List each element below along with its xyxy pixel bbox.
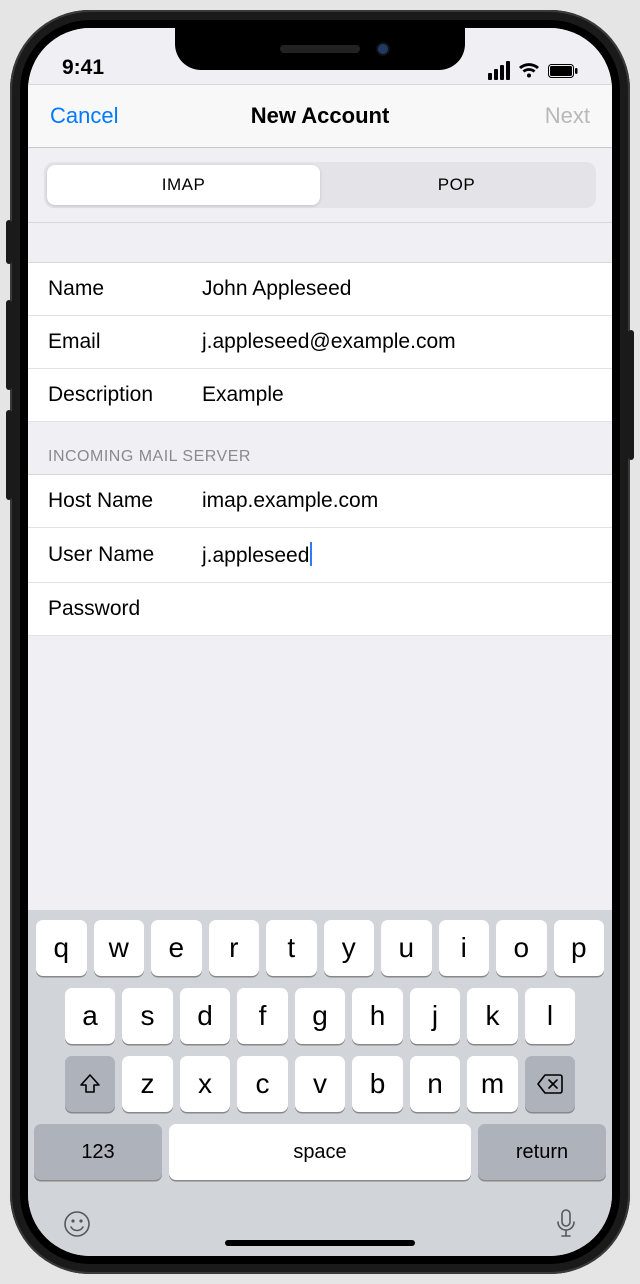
description-label: Description (48, 383, 202, 407)
keyboard-row-4: 123 space return (34, 1124, 606, 1180)
email-field[interactable]: j.appleseed@example.com (202, 330, 592, 354)
cellular-icon (488, 61, 510, 80)
keyboard-row-1: qwertyuiop (34, 920, 606, 976)
key-o[interactable]: o (496, 920, 547, 976)
key-j[interactable]: j (410, 988, 461, 1044)
keyboard-row-2: asdfghjkl (34, 988, 606, 1044)
key-e[interactable]: e (151, 920, 202, 976)
dictation-key[interactable] (554, 1208, 578, 1248)
name-field[interactable]: John Appleseed (202, 277, 592, 301)
key-y[interactable]: y (324, 920, 375, 976)
key-p[interactable]: p (554, 920, 605, 976)
key-l[interactable]: l (525, 988, 576, 1044)
key-g[interactable]: g (295, 988, 346, 1044)
shift-key[interactable] (65, 1056, 116, 1112)
keyboard: qwertyuiop asdfghjkl zxcvbnm 123 space r… (28, 910, 612, 1256)
page-title: New Account (251, 103, 390, 129)
username-label: User Name (48, 543, 202, 567)
key-b[interactable]: b (352, 1056, 403, 1112)
row-name[interactable]: Name John Appleseed (28, 263, 612, 316)
key-n[interactable]: n (410, 1056, 461, 1112)
protocol-segmented-wrap: IMAP POP (28, 148, 612, 223)
key-c[interactable]: c (237, 1056, 288, 1112)
hostname-label: Host Name (48, 489, 202, 513)
status-indicators (488, 61, 578, 80)
keyboard-row-3: zxcvbnm (34, 1056, 606, 1112)
space-key[interactable]: space (169, 1124, 471, 1180)
email-label: Email (48, 330, 202, 354)
wifi-icon (518, 62, 540, 80)
key-r[interactable]: r (209, 920, 260, 976)
key-i[interactable]: i (439, 920, 490, 976)
emoji-icon (62, 1209, 92, 1239)
backspace-icon (536, 1073, 564, 1095)
cancel-button[interactable]: Cancel (50, 103, 118, 129)
key-z[interactable]: z (122, 1056, 173, 1112)
row-description[interactable]: Description Example (28, 369, 612, 422)
segment-pop[interactable]: POP (320, 165, 593, 205)
navigation-bar: Cancel New Account Next (28, 84, 612, 148)
next-button[interactable]: Next (545, 103, 590, 129)
segment-imap[interactable]: IMAP (47, 165, 320, 205)
key-q[interactable]: q (36, 920, 87, 976)
key-d[interactable]: d (180, 988, 231, 1044)
status-time: 9:41 (62, 56, 104, 80)
home-indicator[interactable] (225, 1240, 415, 1246)
key-m[interactable]: m (467, 1056, 518, 1112)
battery-icon (548, 64, 578, 78)
protocol-segmented-control: IMAP POP (44, 162, 596, 208)
key-k[interactable]: k (467, 988, 518, 1044)
text-cursor (310, 542, 312, 566)
description-field[interactable]: Example (202, 383, 592, 407)
key-t[interactable]: t (266, 920, 317, 976)
section-spacer (28, 223, 612, 263)
key-x[interactable]: x (180, 1056, 231, 1112)
incoming-header: INCOMING MAIL SERVER (28, 422, 612, 475)
key-s[interactable]: s (122, 988, 173, 1044)
password-label: Password (48, 597, 202, 621)
hostname-field[interactable]: imap.example.com (202, 489, 592, 513)
row-password[interactable]: Password (28, 583, 612, 636)
return-key[interactable]: return (478, 1124, 606, 1180)
backspace-key[interactable] (525, 1056, 576, 1112)
key-h[interactable]: h (352, 988, 403, 1044)
mic-icon (554, 1208, 578, 1240)
shift-icon (78, 1072, 102, 1096)
key-u[interactable]: u (381, 920, 432, 976)
name-label: Name (48, 277, 202, 301)
key-w[interactable]: w (94, 920, 145, 976)
key-v[interactable]: v (295, 1056, 346, 1112)
row-hostname[interactable]: Host Name imap.example.com (28, 475, 612, 528)
row-email[interactable]: Email j.appleseed@example.com (28, 316, 612, 369)
username-field[interactable]: j.appleseed (202, 542, 592, 568)
key-f[interactable]: f (237, 988, 288, 1044)
numbers-key[interactable]: 123 (34, 1124, 162, 1180)
key-a[interactable]: a (65, 988, 116, 1044)
emoji-key[interactable] (62, 1209, 92, 1247)
row-username[interactable]: User Name j.appleseed (28, 528, 612, 583)
